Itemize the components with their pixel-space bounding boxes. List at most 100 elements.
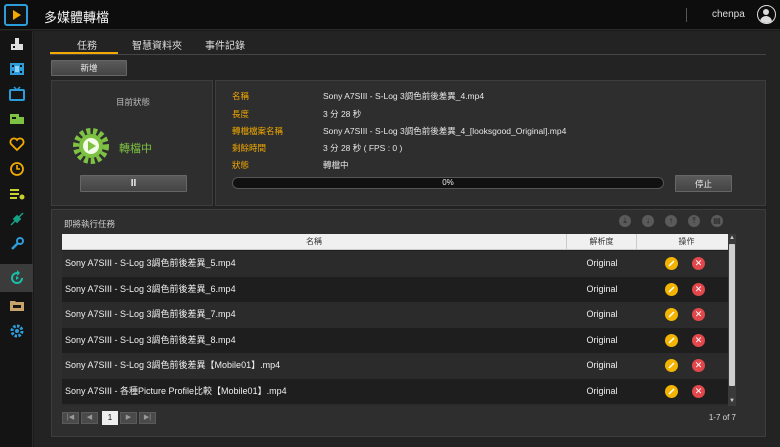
remaining-value: 3 分 28 秒 ( FPS : 0 ) — [323, 143, 403, 153]
wrench-icon — [10, 236, 24, 250]
status-text: 轉檔中 — [119, 143, 152, 155]
pause-button[interactable]: II — [80, 175, 187, 192]
playlist-icon — [9, 188, 24, 199]
table-row[interactable]: Sony A7SIII - S-Log 3調色前後差異_6.mp4 Origina… — [62, 276, 736, 302]
row-name: Sony A7SIII - S-Log 3調色前後差異_5.mp4 — [65, 258, 236, 268]
sidebar-item-settings[interactable] — [0, 318, 33, 343]
row-resolution: Original — [586, 258, 618, 268]
current-status-panel: 目前狀態 轉檔中 II — [51, 80, 213, 206]
delete-icon[interactable]: ✕ — [692, 359, 705, 372]
edit-icon[interactable] — [665, 384, 678, 398]
edit-icon[interactable] — [665, 359, 678, 372]
tab-tasks[interactable]: 任務 — [77, 37, 97, 52]
sidebar-item-import[interactable] — [0, 31, 33, 56]
move-bottom-icon[interactable]: ⤓ — [619, 215, 631, 227]
edit-icon[interactable] — [665, 257, 678, 270]
output-value: Sony A7SIII - S-Log 3調色前後差異_4_[looksgood… — [323, 126, 567, 136]
queue-panel: 即將執行任務 ⤓ ↓ ↑ ⤒ ▤ 名稱 解析度 操作 Sony A7SIII -… — [51, 209, 766, 437]
tab-smart-folder[interactable]: 智慧資料夾 — [132, 37, 182, 52]
first-page-button[interactable]: |◀ — [62, 412, 79, 424]
edit-icon[interactable] — [665, 282, 678, 296]
table-header: 名稱 解析度 操作 — [62, 234, 736, 250]
next-page-button[interactable]: ▶ — [120, 412, 137, 424]
table-row[interactable]: Sony A7SIII - S-Log 3調色前後差異【Mobile01】.mp… — [62, 353, 736, 379]
add-button[interactable]: 新增 — [51, 60, 127, 76]
progress-text: 0% — [442, 178, 454, 187]
sidebar-item-satellite[interactable] — [0, 206, 33, 231]
media-folder-icon — [9, 113, 24, 124]
row-resolution: Original — [586, 360, 618, 370]
delete-icon[interactable]: ✕ — [692, 308, 705, 321]
edit-icon[interactable] — [665, 333, 678, 347]
table-row[interactable]: Sony A7SIII - S-Log 3調色前後差異_5.mp4 Origina… — [62, 251, 736, 277]
sidebar-item-playlist[interactable] — [0, 181, 33, 206]
edit-icon[interactable] — [665, 308, 678, 321]
name-value: Sony A7SIII - S-Log 3調色前後差異_4.mp4 — [323, 91, 485, 101]
move-top-icon[interactable]: ⤒ — [688, 215, 700, 227]
column-resolution[interactable]: 解析度 — [567, 234, 637, 250]
tv-icon — [8, 85, 25, 101]
column-actions: 操作 — [678, 237, 695, 246]
row-name: Sony A7SIII - 各種Picture Profile比較【Mobile… — [65, 385, 287, 396]
divider — [686, 8, 687, 22]
length-value: 3 分 28 秒 — [323, 109, 362, 119]
scroll-thumb[interactable] — [729, 244, 735, 386]
sidebar-item-tv[interactable] — [0, 81, 33, 106]
output-label: 轉檔檔案名稱 — [232, 126, 284, 136]
table-row[interactable] — [62, 404, 736, 406]
sidebar-item-media[interactable] — [0, 106, 33, 131]
delete-icon[interactable]: ✕ — [692, 384, 705, 398]
folder-icon — [9, 300, 24, 311]
sidebar-item-favorites[interactable] — [0, 131, 33, 156]
tab-event-log[interactable]: 事件記錄 — [205, 37, 245, 52]
active-tab-indicator — [50, 52, 118, 54]
length-label: 長度 — [232, 109, 250, 119]
column-name[interactable]: 名稱 — [62, 234, 567, 250]
row-resolution: Original — [586, 334, 618, 345]
top-bar: 多媒體轉檔 chenpa — [0, 0, 780, 30]
table-scrollbar[interactable]: ▲ ▼ — [728, 234, 736, 406]
progress-bar: 0% — [232, 177, 664, 189]
sidebar — [0, 31, 33, 447]
current-task-panel: 名稱 Sony A7SIII - S-Log 3調色前後差異_4.mp4 長度 … — [215, 80, 766, 206]
delete-icon[interactable]: ✕ — [692, 282, 705, 296]
sidebar-item-transcode[interactable] — [0, 264, 33, 292]
queue-table: 名稱 解析度 操作 Sony A7SIII - S-Log 3調色前後差異_5.… — [62, 234, 736, 406]
satellite-icon — [9, 211, 24, 226]
prev-page-button[interactable]: ◀ — [81, 412, 98, 424]
remaining-label: 剩餘時間 — [232, 143, 267, 153]
page-input[interactable]: 1 — [102, 411, 118, 425]
app-title: 多媒體轉檔 — [44, 10, 110, 25]
app-logo-icon — [4, 4, 28, 26]
state-label: 狀態 — [232, 160, 250, 170]
username[interactable]: chenpa — [712, 9, 745, 20]
page-count: 1-7 of 7 — [708, 413, 736, 422]
pagination: |◀ ◀ 1 ▶ ▶| 1-7 of 7 — [62, 410, 736, 426]
row-name: Sony A7SIII - S-Log 3調色前後差異【Mobile01】.mp… — [65, 360, 281, 370]
delete-icon[interactable]: ✕ — [692, 333, 705, 347]
tab-bar: 任務 智慧資料夾 事件記錄 — [50, 31, 766, 55]
last-page-button[interactable]: ▶| — [139, 412, 156, 424]
name-label: 名稱 — [232, 91, 250, 101]
sidebar-item-tools[interactable] — [0, 231, 33, 256]
delete-icon[interactable]: ✕ — [692, 257, 705, 270]
move-up-icon[interactable]: ↑ — [665, 215, 677, 227]
gear-icon — [10, 324, 23, 337]
row-name: Sony A7SIII - S-Log 3調色前後差異_6.mp4 — [65, 283, 236, 294]
table-row[interactable]: Sony A7SIII - S-Log 3調色前後差異_7.mp4 Origina… — [62, 302, 736, 328]
table-row[interactable]: Sony A7SIII - 各種Picture Profile比較【Mobile… — [62, 378, 736, 404]
clear-list-icon[interactable]: ▤ — [711, 215, 723, 227]
scroll-down-arrow[interactable]: ▼ — [728, 397, 736, 405]
queue-title: 即將執行任務 — [64, 219, 116, 229]
stop-button[interactable]: 停止 — [675, 175, 732, 192]
heart-icon — [9, 137, 24, 151]
row-name: Sony A7SIII - S-Log 3調色前後差異_7.mp4 — [65, 309, 236, 319]
sidebar-item-recent[interactable] — [0, 156, 33, 181]
sidebar-item-folder[interactable] — [0, 292, 33, 317]
move-down-icon[interactable]: ↓ — [642, 215, 654, 227]
sidebar-item-video[interactable] — [0, 56, 33, 81]
row-name: Sony A7SIII - S-Log 3調色前後差異_8.mp4 — [65, 334, 236, 345]
avatar-icon[interactable] — [757, 5, 776, 24]
table-row[interactable]: Sony A7SIII - S-Log 3調色前後差異_8.mp4 Origina… — [62, 327, 736, 353]
scroll-up-arrow[interactable]: ▲ — [728, 234, 736, 242]
